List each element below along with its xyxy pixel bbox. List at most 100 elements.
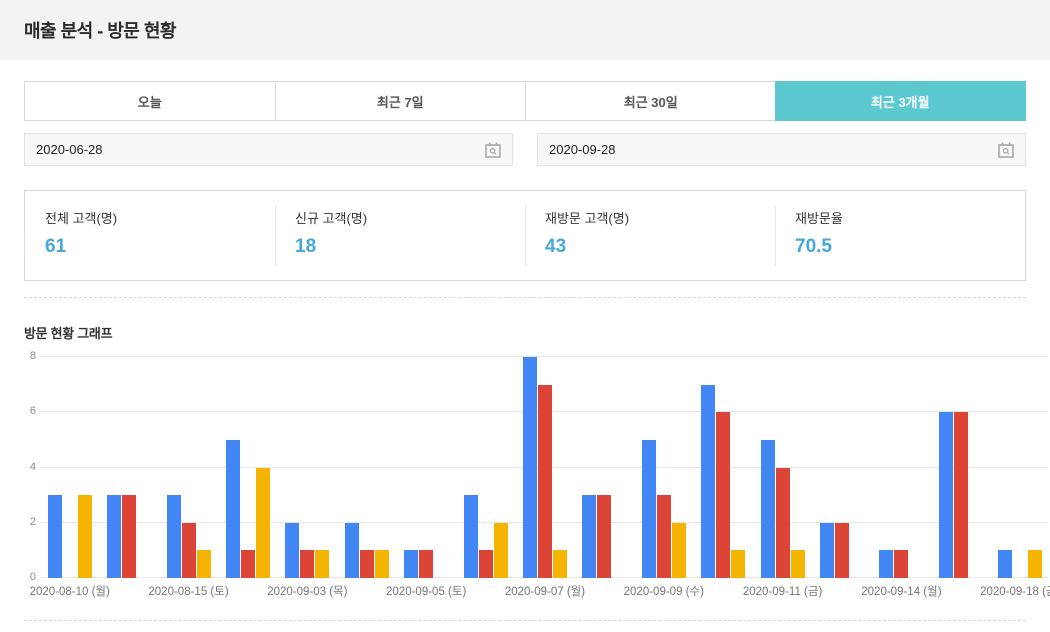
start-date-input[interactable]: 2020-06-28: [24, 133, 513, 166]
blue-series-bar: [404, 550, 418, 578]
blue-series-bar: [879, 550, 893, 578]
blue-series-bar: [820, 523, 834, 578]
y-axis-tick: 0: [30, 572, 36, 583]
yellow-series-bar: [256, 468, 270, 579]
red-series-bar: [835, 523, 849, 578]
blue-series-bar: [226, 440, 240, 578]
bar-group: [634, 357, 693, 578]
red-series-bar: [419, 550, 433, 578]
blue-series-bar: [345, 523, 359, 578]
date-range-row: 2020-06-28 2020-09-28: [24, 133, 1026, 166]
x-axis-tick: 2020-09-09 (수): [634, 583, 693, 599]
stat-new-customers: 신규 고객(명) 18: [275, 191, 525, 280]
stat-label: 재방문율: [795, 208, 1025, 227]
blue-series-bar: [582, 495, 596, 578]
blue-series-bar: [642, 440, 656, 578]
stat-value: 18: [295, 236, 525, 258]
x-axis-tick: 2020-09-07 (월): [515, 583, 574, 599]
stat-label: 신규 고객(명): [295, 208, 525, 227]
chart-plot: [40, 357, 1050, 578]
blue-series-bar: [761, 440, 775, 578]
calendar-search-icon: [996, 140, 1016, 160]
bar-group: [693, 357, 752, 578]
stat-label: 재방문 고객(명): [545, 208, 775, 227]
yellow-series-bar: [553, 550, 567, 578]
period-tabs: 오늘 최근 7일 최근 30일 최근 3개월: [24, 81, 1026, 121]
red-series-bar: [241, 550, 255, 578]
bar-group: [931, 357, 990, 578]
blue-series-bar: [167, 495, 181, 578]
blue-series-bar: [939, 412, 953, 578]
red-series-bar: [300, 550, 314, 578]
stat-label: 전체 고객(명): [45, 208, 275, 227]
x-axis-tick: 2020-08-10 (월): [40, 583, 99, 599]
x-axis-tick: 2020-09-11 (금): [753, 583, 812, 599]
bar-group: [99, 357, 158, 578]
start-date-calendar-button[interactable]: [482, 139, 504, 161]
bottom-divider: [24, 620, 1026, 621]
y-axis-tick: 6: [30, 406, 36, 417]
x-axis-tick: 2020-08-15 (토): [159, 583, 218, 599]
yellow-series-bar: [791, 550, 805, 578]
blue-series-bar: [48, 495, 62, 578]
x-axis-tick: 2020-09-03 (목): [278, 583, 337, 599]
bar-group: [456, 357, 515, 578]
title-bar: 매출 분석 - 방문 현황: [0, 0, 1050, 60]
bar-group: [515, 357, 574, 578]
bar-group: [812, 357, 871, 578]
blue-series-bar: [701, 385, 715, 578]
y-axis-tick: 2: [30, 517, 36, 528]
red-series-bar: [716, 412, 730, 578]
yellow-series-bar: [494, 523, 508, 578]
tab-last-30-days[interactable]: 최근 30일: [525, 82, 776, 120]
yellow-series-bar: [375, 550, 389, 578]
stat-total-customers: 전체 고객(명) 61: [25, 191, 275, 280]
y-axis-tick: 4: [30, 462, 36, 473]
red-series-bar: [657, 495, 671, 578]
page-title: 매출 분석 - 방문 현황: [24, 17, 176, 43]
stat-revisit-rate: 재방문율 70.5: [775, 191, 1025, 280]
yellow-series-bar: [315, 550, 329, 578]
red-series-bar: [538, 385, 552, 578]
stat-value: 70.5: [795, 236, 1025, 258]
tab-last-3-months[interactable]: 최근 3개월: [775, 81, 1027, 121]
y-axis-labels: 02468: [24, 357, 36, 578]
tab-last-7-days[interactable]: 최근 7일: [275, 82, 526, 120]
section-divider: [24, 297, 1026, 298]
yellow-series-bar: [672, 523, 686, 578]
end-date-value: 2020-09-28: [549, 142, 616, 157]
yellow-series-bar: [1028, 550, 1042, 578]
blue-series-bar: [285, 523, 299, 578]
yellow-series-bar: [197, 550, 211, 578]
calendar-search-icon: [483, 140, 503, 160]
bar-group: [575, 357, 634, 578]
end-date-calendar-button[interactable]: [995, 139, 1017, 161]
x-axis-tick: 2020-09-05 (토): [396, 583, 455, 599]
bar-group: [337, 357, 396, 578]
tab-today[interactable]: 오늘: [25, 82, 275, 120]
bar-group: [159, 357, 218, 578]
end-date-input[interactable]: 2020-09-28: [537, 133, 1026, 166]
red-series-bar: [360, 550, 374, 578]
x-axis-tick: 2020-09-14 (월): [872, 583, 931, 599]
red-series-bar: [479, 550, 493, 578]
bar-group: [991, 357, 1050, 578]
stat-revisit-customers: 재방문 고객(명) 43: [525, 191, 775, 280]
blue-series-bar: [523, 357, 537, 578]
bar-group: [753, 357, 812, 578]
yellow-series-bar: [78, 495, 92, 578]
x-axis-tick: 2020-09-18 (금): [991, 583, 1050, 599]
red-series-bar: [954, 412, 968, 578]
red-series-bar: [182, 523, 196, 578]
y-axis-tick: 8: [30, 351, 36, 362]
summary-stats-panel: 전체 고객(명) 61 신규 고객(명) 18 재방문 고객(명) 43 재방문…: [24, 190, 1026, 281]
blue-series-bar: [464, 495, 478, 578]
red-series-bar: [894, 550, 908, 578]
bar-group: [278, 357, 337, 578]
chart-title: 방문 현황 그래프: [24, 323, 1026, 342]
bar-group: [40, 357, 99, 578]
bar-group: [396, 357, 455, 578]
blue-series-bar: [107, 495, 121, 578]
yellow-series-bar: [731, 550, 745, 578]
stat-value: 43: [545, 236, 775, 258]
